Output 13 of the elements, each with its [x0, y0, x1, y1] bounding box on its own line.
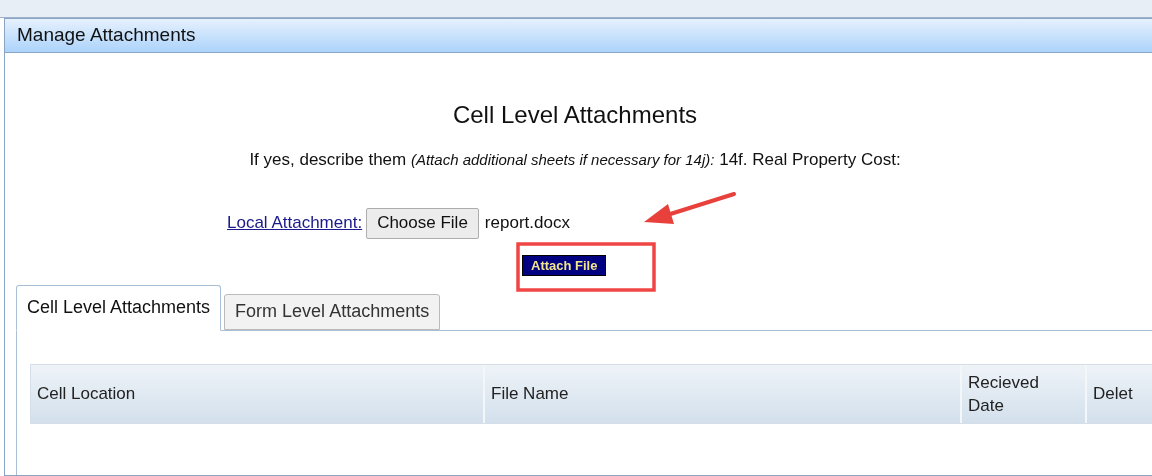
column-header[interactable]: Cell Location — [31, 364, 485, 423]
prompt-text: If yes, describe them (Attach additional sheets if necessary for 14j): 14f. Real Property Cost: — [249, 149, 901, 171]
dialog-title: Manage Attachments — [17, 23, 196, 48]
tab[interactable]: Cell Level Attachments — [16, 284, 222, 331]
column-header[interactable]: Delet — [1087, 364, 1152, 423]
column-header[interactable]: File Name — [485, 364, 962, 423]
column-header[interactable]: Recieved Date — [962, 364, 1087, 423]
tab[interactable]: Form Level Attachments — [224, 293, 441, 330]
local-attachment-link[interactable]: Local Attachment: — [227, 210, 363, 236]
section-heading: Cell Level Attachments — [452, 100, 698, 130]
attach-file-button[interactable]: Attach File — [522, 254, 607, 276]
choose-file-button[interactable]: Choose File — [366, 207, 479, 239]
file-name-text: report.docx — [484, 212, 570, 235]
